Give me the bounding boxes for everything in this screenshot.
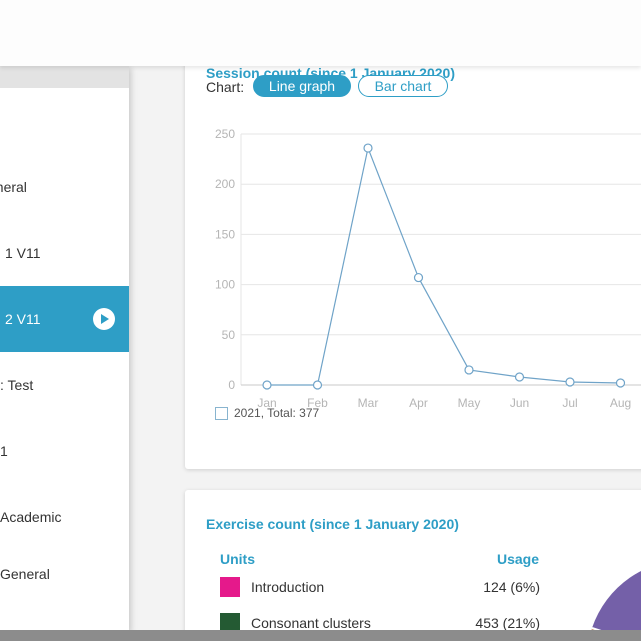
data-point[interactable] bbox=[262, 380, 272, 390]
sidebar-item-label: Academic bbox=[0, 509, 62, 525]
session-count-card: Session count (since 1 January 2020) Cha… bbox=[185, 48, 641, 469]
legend-checkbox-icon[interactable] bbox=[215, 406, 228, 420]
units-header: Units bbox=[220, 551, 255, 567]
y-tick-label: 100 bbox=[215, 278, 235, 292]
x-tick-label: Mar bbox=[358, 396, 379, 410]
chart-legend[interactable]: 2021, Total: 377 bbox=[215, 406, 319, 420]
sidebar-item-2-v11[interactable]: 2 V11 bbox=[0, 286, 129, 352]
data-point[interactable] bbox=[312, 380, 323, 390]
sidebar-item-test[interactable]: : Test bbox=[0, 352, 129, 418]
y-tick-label: 50 bbox=[222, 328, 236, 342]
x-tick-label: Apr bbox=[409, 396, 428, 410]
data-point[interactable] bbox=[615, 378, 626, 388]
bottom-bar bbox=[0, 630, 641, 641]
sidebar-item-label: : Test bbox=[0, 377, 34, 393]
unit-row[interactable]: Introduction 124 (6%) bbox=[220, 577, 540, 599]
data-point[interactable] bbox=[413, 272, 424, 283]
sidebar-header bbox=[0, 66, 129, 88]
unit-usage: 124 (6%) bbox=[483, 579, 540, 595]
legend-label: 2021, Total: 377 bbox=[234, 406, 320, 420]
series-line bbox=[267, 145, 621, 386]
sidebar-item-label: 1 V11 bbox=[5, 245, 41, 261]
exercise-card-title: Exercise count (since 1 January 2020) bbox=[206, 516, 459, 532]
sidebar-item-label: eneral bbox=[0, 179, 27, 195]
play-icon[interactable] bbox=[93, 308, 115, 330]
sidebar-item-1-v11[interactable]: 1 V11 bbox=[0, 220, 129, 286]
data-point[interactable] bbox=[464, 365, 474, 375]
sidebar-item-label: General bbox=[0, 566, 50, 582]
sidebar-item-label: 1 bbox=[0, 443, 8, 459]
exercise-pie-chart bbox=[590, 560, 641, 641]
exercise-count-card: Exercise count (since 1 January 2020) Un… bbox=[185, 490, 641, 641]
y-tick-label: 0 bbox=[228, 378, 235, 392]
data-point[interactable] bbox=[363, 143, 373, 153]
sidebar-item-general-2[interactable]: General bbox=[0, 541, 129, 607]
pie-slice[interactable] bbox=[592, 560, 641, 641]
sidebar-item-general[interactable]: eneral bbox=[0, 154, 129, 220]
y-tick-label: 250 bbox=[215, 127, 235, 141]
session-line-chart: 050100150200250Jan Feb Mar Apr May Jun Jul Aug bbox=[215, 127, 641, 410]
x-tick-label: Aug bbox=[610, 396, 631, 410]
unit-name: Introduction bbox=[251, 579, 325, 595]
y-tick-label: 200 bbox=[215, 177, 235, 191]
top-bar bbox=[0, 0, 641, 66]
data-point[interactable] bbox=[514, 372, 525, 382]
unit-name: Consonant clusters bbox=[251, 615, 371, 631]
x-tick-label: May bbox=[458, 396, 481, 410]
usage-header: Usage bbox=[497, 551, 540, 567]
unit-color-swatch bbox=[220, 577, 240, 597]
sidebar: eneral 1 V11 2 V11 : Test 1 Academic Gen… bbox=[0, 66, 129, 631]
y-tick-label: 150 bbox=[215, 227, 235, 241]
sidebar-item-1[interactable]: 1 bbox=[0, 418, 129, 484]
unit-usage: 453 (21%) bbox=[475, 615, 540, 631]
sidebar-item-label: 2 V11 bbox=[5, 311, 41, 327]
x-tick-label: Jul bbox=[562, 396, 577, 410]
data-point[interactable] bbox=[565, 377, 575, 387]
x-tick-label: Jun bbox=[510, 396, 529, 410]
